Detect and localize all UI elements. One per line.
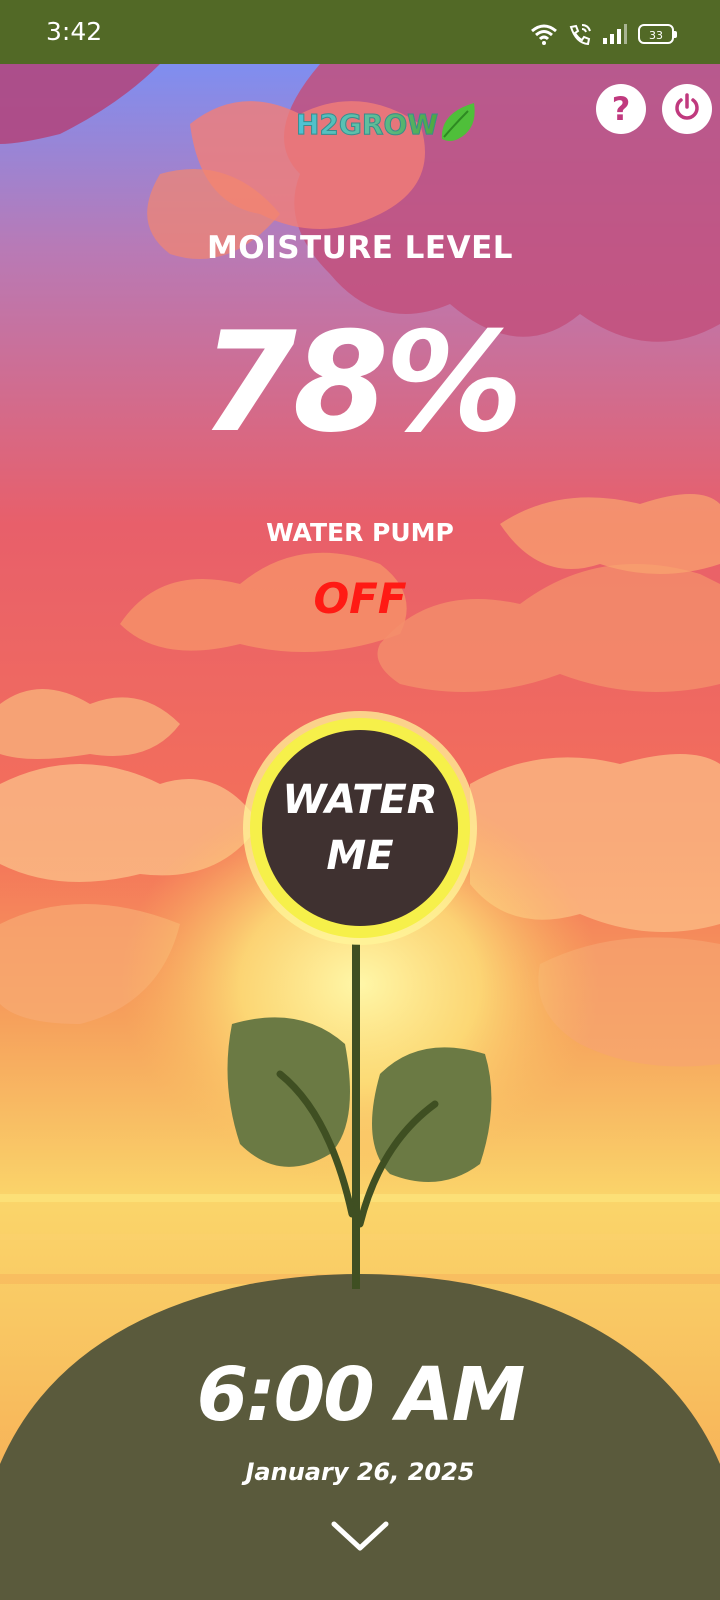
clock-date: January 26, 2025 [245, 1458, 475, 1486]
pump-label: WATER PUMP [266, 518, 454, 547]
wifi-icon [530, 23, 558, 45]
moisture-value: 78% [200, 302, 523, 463]
clock-time: 6:00 AM [196, 1352, 526, 1438]
wifi-call-icon [568, 23, 592, 45]
status-time: 3:42 [46, 17, 103, 46]
status-icons: 33 [530, 20, 677, 48]
app-screen: H2GROW ? MOISTURE LEVEL 78% WATER PUMP O… [0, 64, 720, 1600]
plant-stem [352, 944, 360, 1289]
water-me-line2: ME [326, 833, 394, 879]
battery-icon: 33 [638, 24, 677, 44]
signal-icon [602, 23, 628, 45]
moisture-label: MOISTURE LEVEL [206, 230, 514, 266]
expand-button[interactable] [326, 1516, 394, 1560]
status-bar: 3:42 33 [0, 0, 720, 64]
power-icon [672, 92, 702, 126]
water-me-line1: WATER [282, 777, 438, 823]
water-me-button[interactable]: WATER ME [262, 730, 458, 926]
pump-state: OFF [313, 574, 407, 623]
app-logo: H2GROW [295, 98, 478, 150]
logo-text: H2GROW [295, 107, 439, 141]
help-button[interactable]: ? [596, 84, 646, 134]
right-leaf [372, 1047, 492, 1182]
leaf-icon [438, 99, 478, 149]
power-button[interactable] [662, 84, 712, 134]
help-icon: ? [611, 90, 631, 128]
chevron-down-icon [330, 1518, 390, 1558]
